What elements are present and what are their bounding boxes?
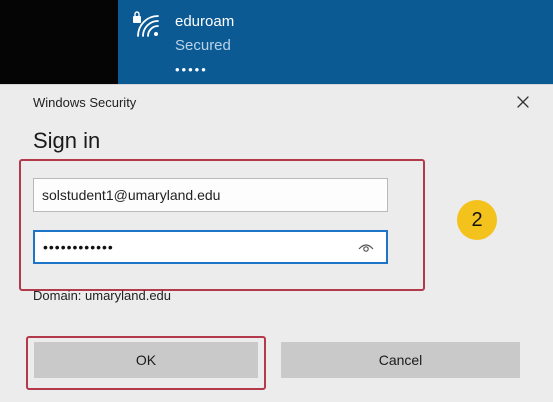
password-input[interactable]: [35, 232, 345, 262]
domain-label: Domain: umaryland.edu: [33, 288, 172, 303]
windows-security-dialog: Windows Security Sign in Domain: umaryla…: [0, 84, 553, 402]
ok-button[interactable]: OK: [34, 342, 258, 378]
network-name: eduroam: [175, 13, 235, 30]
close-icon[interactable]: [510, 91, 536, 113]
screen: eduroam Secured ••••• Windows Security S…: [0, 0, 553, 402]
eye-icon[interactable]: [358, 240, 374, 254]
cancel-button[interactable]: Cancel: [281, 342, 520, 378]
password-field[interactable]: [33, 230, 388, 264]
network-item-eduroam[interactable]: eduroam Secured •••••: [118, 0, 553, 84]
network-status: Secured: [175, 37, 231, 54]
dialog-heading: Sign in: [33, 128, 101, 153]
secured-wifi-icon: [133, 11, 159, 37]
network-progress-dots: •••••: [175, 62, 208, 77]
network-flyout-left-panel: [0, 0, 118, 84]
dialog-window-title: Windows Security: [33, 95, 137, 110]
step-number-badge: 2: [457, 200, 497, 240]
username-input[interactable]: [33, 178, 388, 212]
